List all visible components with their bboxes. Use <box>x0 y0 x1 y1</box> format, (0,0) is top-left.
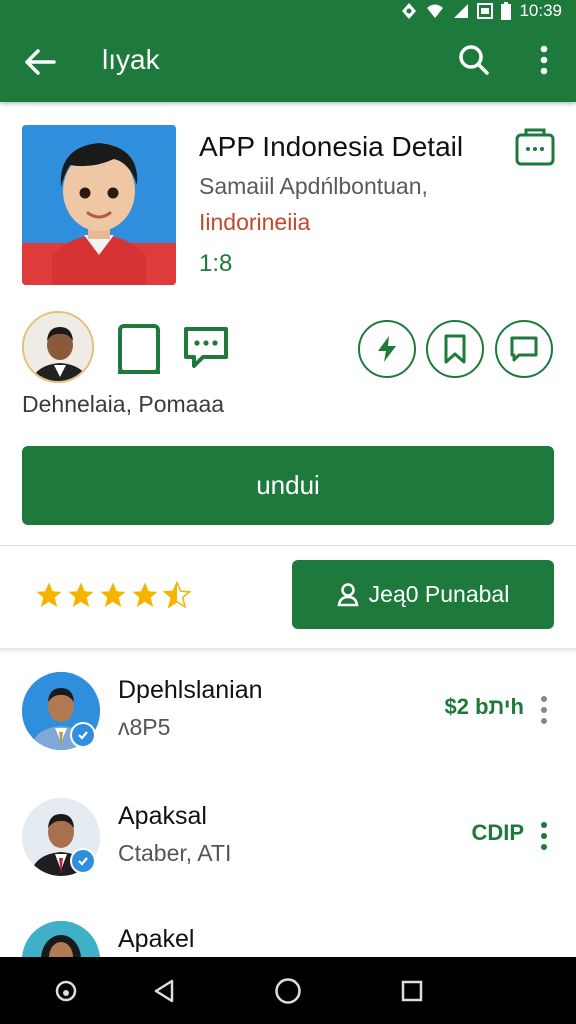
nav-back-icon <box>154 979 174 1003</box>
star-icon <box>68 582 94 607</box>
list-item-avatar <box>22 921 100 957</box>
verified-badge-icon <box>70 848 96 874</box>
flash-button[interactable] <box>358 320 416 378</box>
divider <box>0 545 576 546</box>
developer-avatar[interactable] <box>22 311 94 383</box>
rating-stars <box>34 580 192 610</box>
wallet-button[interactable] <box>514 126 556 168</box>
more-vert-icon <box>541 822 547 850</box>
search-icon <box>459 45 489 75</box>
device-button[interactable] <box>114 323 164 375</box>
list-item-price: $2 bיתh <box>444 694 524 719</box>
install-button[interactable]: undui <box>22 446 554 525</box>
app-subtitle: Samaiil Apdńlbontuan, <box>199 173 428 199</box>
back-button[interactable] <box>20 42 60 82</box>
assistant-button[interactable] <box>46 973 86 1009</box>
top-app-bar: 10:39 lıyak <box>0 0 576 102</box>
page-title: lıyak <box>102 44 160 75</box>
battery-icon <box>501 2 512 20</box>
lightning-bolt-icon <box>378 336 396 362</box>
person-photo-icon <box>22 921 100 957</box>
overflow-menu-button[interactable] <box>524 40 564 80</box>
recents-nav-button[interactable] <box>392 973 432 1009</box>
star-icon <box>36 582 62 607</box>
wifi-icon <box>425 3 445 19</box>
list-item-title: Apakel <box>118 925 195 953</box>
status-time: 10:39 <box>519 1 562 20</box>
bookmark-button[interactable] <box>426 320 484 378</box>
app-icon <box>22 125 176 285</box>
star-icon <box>100 582 126 607</box>
comment-icon <box>510 336 538 362</box>
more-vert-icon <box>540 45 548 75</box>
chat-icon <box>184 327 228 368</box>
list-item[interactable]: Apakel <box>0 921 576 957</box>
developer-name: Dehnelaia, Pomaaa <box>22 391 225 417</box>
tablet-icon <box>118 324 160 374</box>
cartoon-boy-avatar-icon <box>22 125 176 285</box>
list-item-subtitle: Ctaber, ATI <box>118 840 232 866</box>
sim-icon <box>477 3 494 19</box>
search-button[interactable] <box>454 40 494 80</box>
app-developer[interactable]: Iindorineiia <box>199 209 310 236</box>
more-vert-icon <box>541 696 547 724</box>
list-item[interactable]: Dpehlslanian ʌ8P5 $2 bיתh <box>0 672 576 792</box>
secondary-action-label: Jeą0 Punabal <box>368 581 510 607</box>
list-item-more-button[interactable] <box>534 690 554 730</box>
nav-home-icon <box>275 978 301 1004</box>
app-version: 1:8 <box>199 250 233 277</box>
list-item-title: Dpehlslanian <box>118 676 263 704</box>
status-icons: 10:39 <box>401 0 562 22</box>
list-item-subtitle: ʌ8P5 <box>118 714 171 740</box>
back-nav-button[interactable] <box>144 973 184 1009</box>
nav-recents-icon <box>401 980 423 1002</box>
list-item-price: CDIP <box>471 820 524 845</box>
location-icon <box>401 2 417 20</box>
person-photo-icon <box>24 313 92 381</box>
secondary-action-button[interactable]: Jeą0 Punabal <box>292 560 554 629</box>
assistant-icon <box>55 980 77 1002</box>
half-star-icon <box>162 580 192 609</box>
arrow-back-icon <box>25 49 56 75</box>
verified-badge-icon <box>70 722 96 748</box>
status-bar: 10:39 <box>0 0 576 22</box>
home-nav-button[interactable] <box>268 973 308 1009</box>
section-divider <box>0 648 576 654</box>
list-item[interactable]: Apaksal Ctaber, ATI CDIP <box>0 798 576 918</box>
comment-button[interactable] <box>495 320 553 378</box>
star-icon <box>132 582 158 607</box>
list-item-title: Apaksal <box>118 802 207 830</box>
app-bar: lıyak <box>0 22 576 100</box>
signal-icon <box>453 3 469 19</box>
system-navigation-bar <box>0 957 576 1024</box>
bookmark-icon <box>444 334 466 364</box>
person-icon <box>337 582 359 606</box>
list-item-more-button[interactable] <box>534 816 554 856</box>
app-title: APP Indonesia Detail <box>199 131 464 162</box>
wallet-icon <box>515 128 555 166</box>
message-button[interactable] <box>181 323 231 373</box>
